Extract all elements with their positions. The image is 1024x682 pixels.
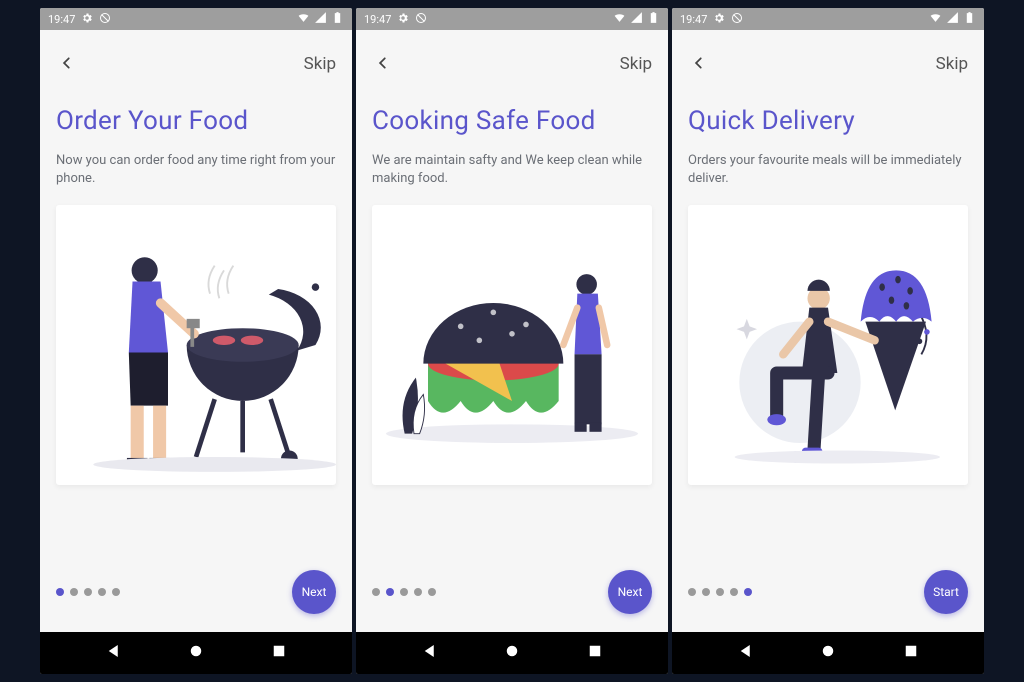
- battery-icon: [963, 11, 976, 27]
- signal-icon: [314, 11, 327, 27]
- battery-icon: [647, 11, 660, 27]
- no-location-icon: [99, 12, 111, 27]
- nav-recent-icon[interactable]: [586, 642, 604, 664]
- page-title: Cooking Safe Food: [372, 106, 652, 136]
- dot: [414, 588, 422, 596]
- nav-back-icon[interactable]: [105, 642, 123, 664]
- nav-home-icon[interactable]: [819, 642, 837, 664]
- no-location-icon: [415, 12, 427, 27]
- dot: [744, 588, 752, 596]
- illustration-barbecue: [56, 205, 336, 485]
- dot: [386, 588, 394, 596]
- android-nav-bar: [356, 632, 668, 674]
- status-bar: 19:47: [40, 8, 352, 30]
- dot: [70, 588, 78, 596]
- no-location-icon: [731, 12, 743, 27]
- back-button[interactable]: [688, 49, 710, 79]
- android-nav-bar: [40, 632, 352, 674]
- app-body: Skip Quick Delivery Orders your favourit…: [672, 30, 984, 632]
- onboarding-screen-1: 19:47 Skip Order Your Food Now you can o…: [40, 8, 352, 674]
- signal-icon: [630, 11, 643, 27]
- dot: [428, 588, 436, 596]
- dot: [716, 588, 724, 596]
- nav-recent-icon[interactable]: [902, 642, 920, 664]
- page-description: Orders your favourite meals will be imme…: [688, 152, 968, 187]
- skip-button[interactable]: Skip: [620, 54, 652, 74]
- back-button[interactable]: [372, 49, 394, 79]
- dot: [84, 588, 92, 596]
- page-indicator: [56, 588, 120, 596]
- page-title: Quick Delivery: [688, 106, 968, 136]
- dot: [372, 588, 380, 596]
- dot: [98, 588, 106, 596]
- page-description: Now you can order food any time right fr…: [56, 152, 336, 187]
- back-button[interactable]: [56, 49, 78, 79]
- page-description: We are maintain safty and We keep clean …: [372, 152, 652, 187]
- skip-button[interactable]: Skip: [304, 54, 336, 74]
- start-button[interactable]: Start: [924, 570, 968, 614]
- status-bar: 19:47: [672, 8, 984, 30]
- dot: [56, 588, 64, 596]
- dot: [688, 588, 696, 596]
- next-button[interactable]: Next: [292, 570, 336, 614]
- battery-icon: [331, 11, 344, 27]
- page-indicator: [688, 588, 752, 596]
- page-indicator: [372, 588, 436, 596]
- next-button[interactable]: Next: [608, 570, 652, 614]
- wifi-icon: [929, 11, 942, 27]
- onboarding-screen-2: 19:47 Skip Cooking Safe Food We are main…: [356, 8, 668, 674]
- nav-home-icon[interactable]: [187, 642, 205, 664]
- dot: [112, 588, 120, 596]
- app-body: Skip Cooking Safe Food We are maintain s…: [356, 30, 668, 632]
- nav-back-icon[interactable]: [737, 642, 755, 664]
- nav-recent-icon[interactable]: [270, 642, 288, 664]
- status-time: 19:47: [48, 13, 75, 26]
- dot: [730, 588, 738, 596]
- wifi-icon: [613, 11, 626, 27]
- page-title: Order Your Food: [56, 106, 336, 136]
- nav-home-icon[interactable]: [503, 642, 521, 664]
- signal-icon: [946, 11, 959, 27]
- android-nav-bar: [672, 632, 984, 674]
- status-time: 19:47: [680, 13, 707, 26]
- wifi-icon: [297, 11, 310, 27]
- gear-icon: [713, 12, 725, 27]
- onboarding-screen-3: 19:47 Skip Quick Delivery Orders your fa…: [672, 8, 984, 674]
- dot: [702, 588, 710, 596]
- status-bar: 19:47: [356, 8, 668, 30]
- status-time: 19:47: [364, 13, 391, 26]
- skip-button[interactable]: Skip: [936, 54, 968, 74]
- app-body: Skip Order Your Food Now you can order f…: [40, 30, 352, 632]
- gear-icon: [81, 12, 93, 27]
- gear-icon: [397, 12, 409, 27]
- nav-back-icon[interactable]: [421, 642, 439, 664]
- dot: [400, 588, 408, 596]
- illustration-icecream: [688, 205, 968, 485]
- illustration-burger: [372, 205, 652, 485]
